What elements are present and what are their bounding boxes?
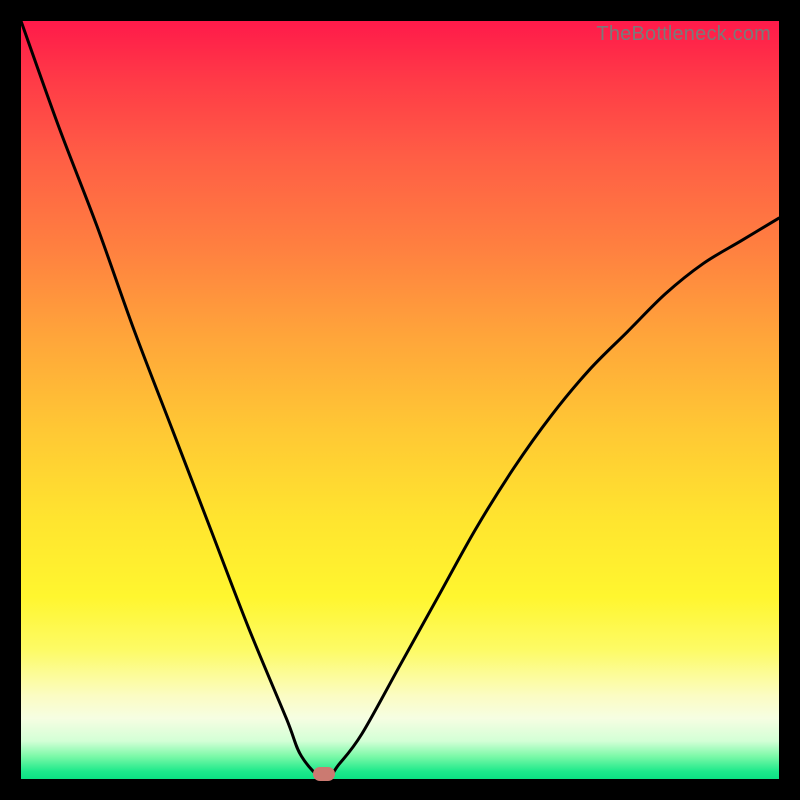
chart-frame: TheBottleneck.com bbox=[0, 0, 800, 800]
plot-area: TheBottleneck.com bbox=[21, 21, 779, 779]
optimal-marker bbox=[313, 767, 335, 781]
curve-path bbox=[21, 21, 779, 779]
bottleneck-curve bbox=[21, 21, 779, 779]
